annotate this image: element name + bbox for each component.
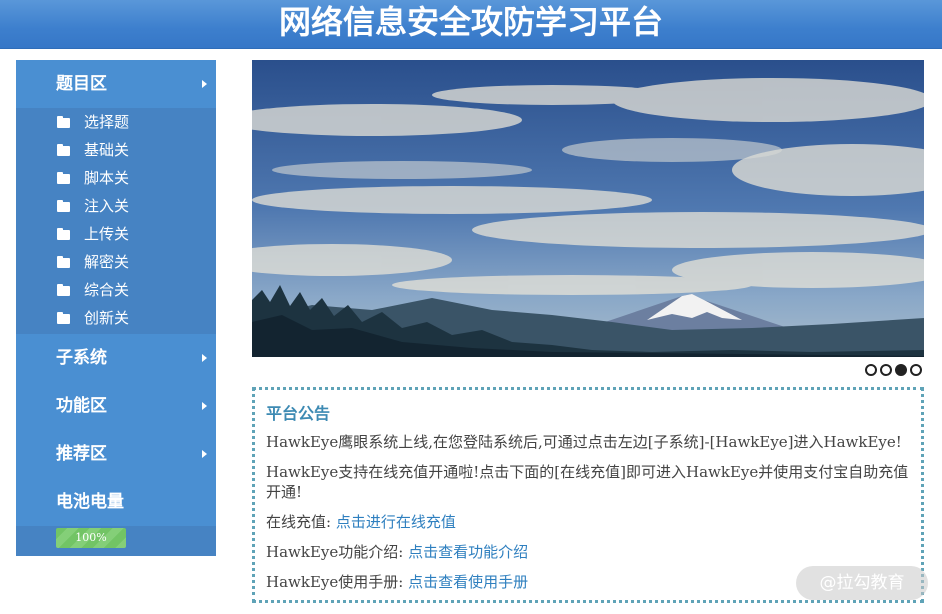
folder-icon	[57, 144, 70, 156]
battery-level-bar: 100%	[56, 528, 126, 548]
folder-icon	[57, 312, 70, 324]
banner-image	[252, 60, 924, 357]
folder-icon	[57, 256, 70, 268]
sidebar-section-functions[interactable]: 功能区	[16, 382, 216, 430]
features-label: HawkEye功能介绍:	[266, 543, 409, 561]
sidebar-item-label: 上传关	[84, 225, 130, 243]
sidebar-item-script[interactable]: 脚本关	[16, 164, 216, 192]
sidebar-item-label: 创新关	[84, 309, 130, 327]
carousel-dot-4[interactable]	[910, 364, 922, 376]
announcement-line: HawkEye鹰眼系统上线,在您登陆系统后,可通过点击左边[子系统]-[Hawk…	[266, 433, 902, 451]
carousel-dot-3[interactable]	[895, 364, 907, 376]
folder-icon	[57, 228, 70, 240]
sidebar: 题目区 选择题 基础关 脚本关 注入关 上传关 解密关 综合关 创新关 子系统 …	[16, 60, 216, 556]
recharge-line: 在线充值: 点击进行在线充值	[266, 512, 911, 532]
folder-icon	[57, 116, 70, 128]
announcement-title: 平台公告	[266, 404, 331, 423]
features-link[interactable]: 点击查看功能介绍	[408, 543, 528, 561]
folder-icon	[57, 200, 70, 212]
sidebar-section-recommend[interactable]: 推荐区	[16, 430, 216, 478]
sidebar-submenu: 选择题 基础关 脚本关 注入关 上传关 解密关 综合关 创新关	[16, 108, 216, 334]
sidebar-item-label: 脚本关	[84, 169, 130, 187]
manual-label: HawkEye使用手册:	[266, 573, 409, 591]
site-title: 网络信息安全攻防学习平台	[278, 3, 663, 41]
sidebar-section-label: 推荐区	[56, 444, 107, 464]
sidebar-section-subsystem[interactable]: 子系统	[16, 334, 216, 382]
watermark: @拉勾教育	[796, 566, 928, 600]
folder-icon	[57, 172, 70, 184]
chevron-right-icon	[202, 450, 207, 458]
sidebar-item-upload[interactable]: 上传关	[16, 220, 216, 248]
sidebar-section-battery: 电池电量	[16, 478, 216, 526]
sidebar-item-injection[interactable]: 注入关	[16, 192, 216, 220]
carousel-dot-2[interactable]	[880, 364, 892, 376]
battery-level-text: 100%	[75, 531, 107, 544]
sidebar-section-label: 题目区	[56, 74, 107, 94]
sidebar-section-label: 功能区	[56, 396, 107, 416]
battery-strip: 100%	[16, 526, 216, 556]
sidebar-item-label: 注入关	[84, 197, 130, 215]
sidebar-section-questions[interactable]: 题目区	[16, 60, 216, 108]
sidebar-item-basic[interactable]: 基础关	[16, 136, 216, 164]
chevron-right-icon	[202, 354, 207, 362]
sidebar-item-innovation[interactable]: 创新关	[16, 304, 216, 332]
sidebar-item-choice[interactable]: 选择题	[16, 108, 216, 136]
sidebar-item-decrypt[interactable]: 解密关	[16, 248, 216, 276]
mountain-landscape-image	[252, 60, 924, 357]
sidebar-item-label: 综合关	[84, 281, 130, 299]
announcement-line: HawkEye支持在线充值开通啦!点击下面的[在线充值]即可进入HawkEye并…	[266, 463, 909, 501]
sidebar-item-label: 解密关	[84, 253, 130, 271]
folder-icon	[57, 284, 70, 296]
recharge-label: 在线充值:	[266, 513, 336, 531]
recharge-link[interactable]: 点击进行在线充值	[336, 513, 456, 531]
features-line: HawkEye功能介绍: 点击查看功能介绍	[266, 542, 911, 562]
carousel-dot-1[interactable]	[865, 364, 877, 376]
sidebar-item-label: 基础关	[84, 141, 130, 159]
sidebar-section-label: 子系统	[56, 348, 107, 368]
chevron-right-icon	[202, 402, 207, 410]
sidebar-section-label: 电池电量	[56, 492, 124, 512]
sidebar-item-label: 选择题	[84, 113, 130, 131]
manual-link[interactable]: 点击查看使用手册	[408, 573, 528, 591]
page-header: 网络信息安全攻防学习平台	[0, 0, 942, 49]
sidebar-item-comprehensive[interactable]: 综合关	[16, 276, 216, 304]
carousel-indicators	[865, 364, 925, 376]
chevron-right-icon	[202, 80, 207, 88]
